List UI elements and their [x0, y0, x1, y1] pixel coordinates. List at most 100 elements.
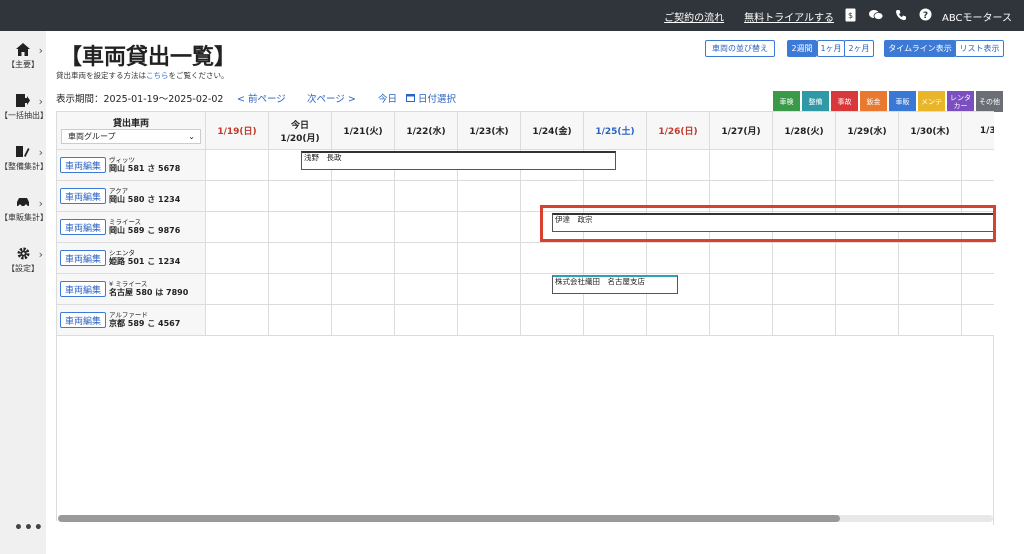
sidebar-item-maintenance-summary[interactable]: › 【整備集計】: [0, 145, 48, 172]
grid-cell[interactable]: [962, 305, 994, 336]
subtitle-suffix: をご覧ください。: [168, 71, 229, 80]
grid-cell[interactable]: [899, 150, 962, 181]
grid-cell[interactable]: [710, 274, 773, 305]
grid-cell[interactable]: [962, 150, 994, 181]
sidebar-item-main[interactable]: › 【主要】: [0, 43, 46, 70]
grid-cell[interactable]: [458, 243, 521, 274]
help-icon[interactable]: ?: [918, 7, 933, 22]
grid-right-border: [993, 335, 994, 525]
grid-cell[interactable]: [458, 212, 521, 243]
grid-cell[interactable]: [332, 305, 395, 336]
grid-cell[interactable]: [206, 150, 269, 181]
grid-cell[interactable]: [395, 212, 458, 243]
grid-cell[interactable]: [332, 212, 395, 243]
grid-cell[interactable]: [773, 305, 836, 336]
grid-cell[interactable]: [899, 274, 962, 305]
grid-cell[interactable]: [269, 181, 332, 212]
vehicle-sort-button[interactable]: 車両の並び替え: [705, 40, 775, 57]
vehicle-edit-button[interactable]: 車両編集: [60, 281, 106, 297]
today-link[interactable]: 今日: [378, 91, 397, 105]
grid-cell[interactable]: [269, 212, 332, 243]
legend-item: レンタカー: [947, 91, 974, 112]
next-page-link[interactable]: 次ページ >: [307, 91, 356, 105]
legend-item: 鈑金: [860, 91, 887, 112]
grid-cell[interactable]: [458, 274, 521, 305]
grid-cell[interactable]: [836, 150, 899, 181]
grid-cell[interactable]: [395, 305, 458, 336]
range-1month-button[interactable]: 1ヶ月: [817, 40, 845, 57]
grid-cell[interactable]: [899, 305, 962, 336]
sidebar-item-label: 【車販集計】: [0, 213, 48, 222]
horizontal-scrollbar[interactable]: [58, 515, 993, 522]
grid-cell[interactable]: [332, 181, 395, 212]
grid-cell[interactable]: [836, 305, 899, 336]
grid-cell[interactable]: [836, 274, 899, 305]
grid-cell[interactable]: [647, 243, 710, 274]
day-label: 1/31(: [979, 125, 994, 136]
vehicle-edit-button[interactable]: 車両編集: [60, 312, 106, 328]
help-link[interactable]: こちら: [146, 71, 169, 80]
sidebar-item-settings[interactable]: › 【設定】: [0, 247, 46, 274]
grid-cell[interactable]: [206, 181, 269, 212]
free-trial-link[interactable]: 無料トライアルする: [744, 9, 834, 24]
grid-cell[interactable]: [521, 305, 584, 336]
sidebar-item-car-sales-summary[interactable]: › 【車販集計】: [0, 196, 48, 223]
phone-icon[interactable]: [893, 7, 908, 22]
grid-cell[interactable]: [710, 150, 773, 181]
day-header: 1/28(火): [773, 112, 836, 150]
grid-cell[interactable]: [584, 305, 647, 336]
range-2weeks-button[interactable]: 2週間: [787, 40, 817, 57]
vehicle-edit-button[interactable]: 車両編集: [60, 219, 106, 235]
booking-bar[interactable]: 浅野 長政: [301, 151, 616, 170]
date-select-link[interactable]: 日付選択: [406, 91, 456, 105]
grid-cell[interactable]: [332, 243, 395, 274]
grid-cell[interactable]: [269, 243, 332, 274]
more-menu-icon[interactable]: •••: [14, 520, 44, 536]
grid-cell[interactable]: [395, 274, 458, 305]
grid-cell[interactable]: [647, 305, 710, 336]
timeline-view-button[interactable]: タイムライン表示: [884, 40, 956, 57]
grid-cell[interactable]: [710, 243, 773, 274]
document-dollar-icon[interactable]: $: [843, 7, 858, 22]
grid-cell[interactable]: [521, 243, 584, 274]
timeline-grid: 貸出車両 車両グループ ⌄ 1/19(日) 今日 1/20(月) 1/21(火) 1/2…: [56, 111, 994, 521]
chat-icon[interactable]: [868, 7, 883, 22]
vehicle-plate: 岡山 581 さ 5678: [109, 164, 181, 173]
range-2months-button[interactable]: 2ヶ月: [844, 40, 874, 57]
contract-flow-link[interactable]: ご契約の流れ: [664, 9, 724, 24]
list-view-button[interactable]: リスト表示: [955, 40, 1004, 57]
grid-cell[interactable]: [458, 181, 521, 212]
vehicle-edit-button[interactable]: 車両編集: [60, 157, 106, 173]
grid-cell[interactable]: [899, 243, 962, 274]
grid-cell[interactable]: [332, 274, 395, 305]
booking-bar[interactable]: 株式会社織田 名古屋支店: [552, 275, 678, 294]
grid-cell[interactable]: [710, 305, 773, 336]
grid-cell[interactable]: [773, 274, 836, 305]
vehicle-row-header: 車両編集 シエンタ 姫路 501 こ 1234: [57, 243, 206, 274]
grid-cell[interactable]: [584, 243, 647, 274]
vehicle-edit-button[interactable]: 車両編集: [60, 188, 106, 204]
company-name[interactable]: ABCモータース: [942, 9, 1012, 24]
prev-page-link[interactable]: < 前ページ: [237, 91, 286, 105]
vehicle-edit-button[interactable]: 車両編集: [60, 250, 106, 266]
grid-cell[interactable]: [269, 274, 332, 305]
grid-cell[interactable]: [269, 305, 332, 336]
grid-cell[interactable]: [962, 274, 994, 305]
grid-cell[interactable]: [206, 212, 269, 243]
grid-cell[interactable]: [206, 305, 269, 336]
grid-cell[interactable]: [773, 150, 836, 181]
page-title: 【車両貸出一覧】: [60, 44, 237, 70]
grid-cell[interactable]: [206, 243, 269, 274]
grid-cell[interactable]: [206, 274, 269, 305]
grid-cell[interactable]: [395, 181, 458, 212]
vehicle-group-select[interactable]: 車両グループ ⌄: [61, 129, 201, 144]
grid-cell[interactable]: [773, 243, 836, 274]
grid-cell[interactable]: [836, 243, 899, 274]
legend-item: 事故: [831, 91, 858, 112]
scrollbar-thumb[interactable]: [58, 515, 840, 522]
grid-cell[interactable]: [458, 305, 521, 336]
grid-cell[interactable]: [962, 243, 994, 274]
sidebar-item-bulk-export[interactable]: › 【一括抽出】: [0, 94, 48, 121]
grid-cell[interactable]: [647, 150, 710, 181]
grid-cell[interactable]: [395, 243, 458, 274]
